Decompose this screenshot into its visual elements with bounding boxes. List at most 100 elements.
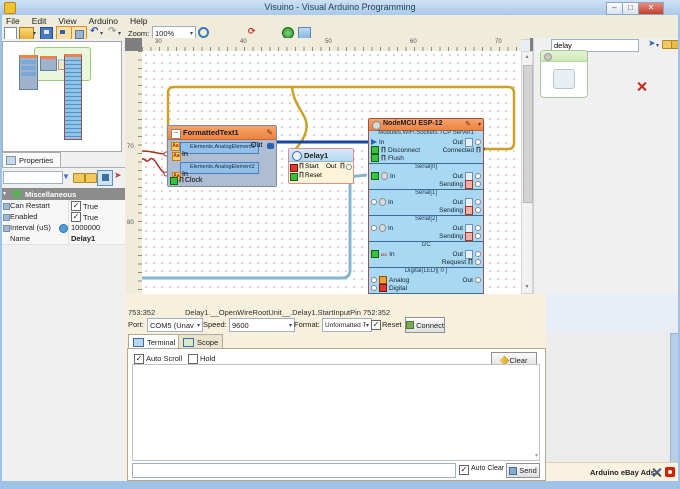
filter-funnel-icon[interactable]: ▼ bbox=[62, 172, 70, 181]
reset-pin-icon[interactable] bbox=[290, 173, 298, 181]
pin-row[interactable]: Analog Out bbox=[369, 276, 483, 284]
pin-label[interactable]: Sending bbox=[439, 207, 463, 214]
pin-row[interactable]: Sending bbox=[369, 206, 483, 214]
auto-clear-checkbox[interactable]: ✓ bbox=[459, 465, 469, 475]
send-button[interactable]: Send bbox=[506, 463, 540, 478]
pin-label[interactable]: Out bbox=[453, 225, 463, 232]
collapse-icon[interactable]: − bbox=[171, 129, 181, 139]
clock-pin-label[interactable]: Clock bbox=[185, 177, 203, 184]
menu-view[interactable]: View bbox=[58, 16, 76, 26]
menu-help[interactable]: Help bbox=[130, 16, 147, 26]
pin-label[interactable]: Flush bbox=[388, 155, 404, 162]
pin-row[interactable]: Request∏ bbox=[369, 258, 483, 266]
out-pin-label[interactable]: Out bbox=[326, 163, 336, 170]
connector[interactable] bbox=[475, 207, 481, 213]
pin-label[interactable]: Sending bbox=[439, 233, 463, 240]
block-header[interactable]: Delay1 bbox=[289, 149, 353, 162]
canvas-vscrollbar[interactable]: ▴ ▾ bbox=[521, 51, 533, 294]
port-select[interactable]: COM5 (Unav▾ bbox=[147, 318, 203, 332]
refresh-icon[interactable]: ⟳ bbox=[248, 26, 256, 37]
pin-label[interactable]: Sending bbox=[439, 181, 463, 188]
format-select[interactable]: Unformatted Text▾ bbox=[322, 318, 372, 332]
pointer-icon[interactable]: ➤ bbox=[648, 38, 656, 49]
pin-label[interactable]: In bbox=[390, 173, 395, 180]
connector[interactable] bbox=[371, 225, 377, 231]
block-formattedtext1[interactable]: − FormattedText1 ✎ Aa Elements.AnalogEle… bbox=[167, 125, 277, 187]
connector[interactable] bbox=[475, 225, 481, 231]
in1-pin-label[interactable]: In bbox=[182, 151, 188, 158]
pin-label[interactable]: Out bbox=[453, 199, 463, 206]
element1-box[interactable]: Elements.AnalogElement1 bbox=[180, 142, 259, 154]
menu-edit[interactable]: Edit bbox=[32, 16, 47, 26]
pin-label[interactable]: In bbox=[379, 139, 384, 146]
property-value[interactable]: 1000000 bbox=[71, 223, 100, 232]
pin-label[interactable]: Out bbox=[453, 251, 463, 258]
connector[interactable] bbox=[475, 173, 481, 179]
expand-all-icon[interactable] bbox=[73, 173, 85, 183]
zoom-in-icon[interactable] bbox=[198, 27, 209, 38]
pin-label[interactable]: Disconnect bbox=[388, 147, 420, 154]
connector[interactable] bbox=[475, 251, 481, 257]
pin-label[interactable]: In bbox=[388, 225, 393, 232]
properties-tab[interactable]: Properties bbox=[2, 152, 61, 168]
connector[interactable] bbox=[475, 259, 481, 265]
pin-label[interactable]: Out bbox=[453, 173, 463, 180]
component-card-delay[interactable] bbox=[540, 50, 588, 98]
connector[interactable] bbox=[475, 277, 481, 283]
connector[interactable] bbox=[371, 277, 377, 283]
out-connector[interactable] bbox=[346, 164, 352, 170]
pin-row[interactable]: In Out bbox=[369, 138, 483, 146]
auto-scroll-checkbox[interactable]: ✓ bbox=[134, 354, 144, 364]
pin-label[interactable]: Out bbox=[463, 277, 473, 284]
terminal-output[interactable]: ▾ bbox=[132, 364, 540, 461]
undo-dropdown-icon[interactable]: ▾ bbox=[100, 30, 103, 37]
pin-label[interactable]: In bbox=[388, 199, 393, 206]
checkbox-checked-icon[interactable]: ✓ bbox=[71, 212, 81, 222]
edit-icon[interactable]: ✎ bbox=[266, 128, 273, 137]
pin-label[interactable]: Digital bbox=[389, 285, 407, 292]
pin-row[interactable]: Sending bbox=[369, 180, 483, 188]
reset-checkbox[interactable]: ✓ bbox=[371, 320, 381, 330]
pin-row[interactable]: I2CIn Out bbox=[369, 250, 483, 258]
minimize-button[interactable]: – bbox=[606, 2, 623, 15]
block-delay1[interactable]: Delay1 ∏ Start Out ∏ ∏ Reset bbox=[288, 148, 354, 184]
close-ads-icon[interactable] bbox=[665, 467, 675, 477]
wire-analog1[interactable] bbox=[142, 151, 166, 154]
block-header[interactable]: − FormattedText1 ✎ bbox=[168, 126, 276, 140]
connector[interactable] bbox=[475, 199, 481, 205]
menu-arduino[interactable]: Arduino bbox=[89, 16, 118, 26]
close-button[interactable]: ✕ bbox=[638, 2, 664, 15]
collapse-all-icon[interactable] bbox=[85, 173, 97, 183]
properties-category-row[interactable]: ▾ Miscellaneous bbox=[0, 188, 125, 200]
maximize-button[interactable]: □ bbox=[622, 2, 639, 15]
start-pin-icon[interactable] bbox=[290, 164, 298, 172]
edit-icon[interactable]: ✎ bbox=[465, 120, 471, 128]
pin-label[interactable]: Analog bbox=[389, 277, 409, 284]
cut-ads-icon[interactable] bbox=[652, 468, 661, 477]
element2-box[interactable]: Elements.AnalogElement2 bbox=[180, 162, 259, 174]
reset-pin-label[interactable]: Reset bbox=[305, 172, 322, 179]
pin-row[interactable]: Sending bbox=[369, 232, 483, 240]
scroll-down-icon[interactable]: ▾ bbox=[522, 282, 532, 293]
pin-row[interactable]: ∏Disconnect Connected∏ bbox=[369, 146, 483, 154]
view-mode-button[interactable] bbox=[97, 170, 113, 186]
properties-filter-input[interactable] bbox=[3, 171, 63, 184]
undo-icon[interactable]: ↶ bbox=[90, 26, 98, 37]
send-input[interactable] bbox=[132, 463, 456, 478]
overview-minimap[interactable] bbox=[2, 41, 122, 152]
speed-select[interactable]: 9600▾ bbox=[229, 318, 295, 332]
connector[interactable] bbox=[475, 139, 481, 145]
connector[interactable] bbox=[371, 285, 377, 291]
property-value[interactable]: True bbox=[83, 213, 98, 222]
connector[interactable] bbox=[475, 233, 481, 239]
dropdown-icon[interactable]: ▾ bbox=[478, 121, 481, 128]
pin-row[interactable]: ∏Flush bbox=[369, 154, 483, 162]
pin-label[interactable]: In bbox=[389, 251, 394, 258]
output-scroll-icon[interactable]: ▾ bbox=[535, 452, 538, 459]
out-pin-label[interactable]: Out bbox=[251, 142, 262, 149]
hold-checkbox[interactable] bbox=[188, 354, 198, 364]
pin-label[interactable]: Request bbox=[442, 259, 466, 266]
vscroll-thumb[interactable] bbox=[523, 65, 533, 203]
checkbox-checked-icon[interactable]: ✓ bbox=[71, 201, 81, 211]
redo-icon[interactable]: ↷ bbox=[108, 26, 116, 37]
